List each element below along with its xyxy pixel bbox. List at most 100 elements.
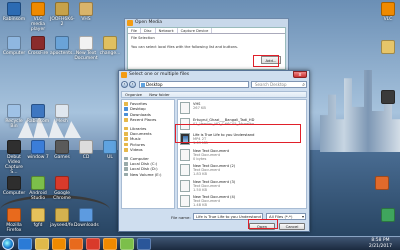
app-icon [31,2,45,16]
file-size: 1.48 KB [193,203,207,208]
drive-icon [124,162,128,166]
desktop-icon-15[interactable]: CD [74,140,98,160]
desktop-icon-right-0[interactable]: VLC [376,2,400,22]
cancel-button[interactable]: Cancel [279,223,305,230]
word-icon[interactable] [137,238,151,250]
app-icon [55,140,69,154]
desktop-icon-0[interactable]: Rabinsom [2,2,26,22]
search-placeholder: Search Desktop [255,82,287,87]
desktop-icon-right-3[interactable] [370,176,394,191]
desktop-icon-14[interactable]: Games [50,140,74,160]
pictures-icon [124,142,128,147]
organize-button[interactable]: Organize [125,92,142,97]
desktop-icon-20[interactable]: Mozilla Firefox [2,208,26,233]
app-icon [31,140,45,154]
tab-capture-device[interactable]: Capture Device [178,28,213,33]
close-button[interactable]: x [293,71,307,78]
file-picker-title: Select one or multiple files [129,72,190,77]
back-arrow-icon[interactable]: ‹ [121,81,128,88]
file-item[interactable]: VHS 267 KB [180,101,300,116]
desktop-icon-10[interactable]: Rabinsom [26,104,50,124]
desktop-icon-7[interactable]: New Text Document [74,36,98,61]
file-item[interactable]: New Text Document Text Document 0 bytes [180,148,300,163]
search-input[interactable]: Search Desktop ⌕ [251,81,307,88]
file-item-text: New Text Document (2) Text Document 1.83 K… [193,164,235,177]
vlc-icon[interactable] [103,238,117,250]
drive-icon [124,172,128,177]
tab-disc[interactable]: Disc [141,28,156,33]
app-icon [79,2,93,16]
tab-network[interactable]: Network [156,28,178,33]
desktop-icon-19[interactable]: Google Chrome [50,176,74,201]
desktop-icon-right-4[interactable] [376,208,400,223]
file-item-text: VHS 267 KB [193,102,206,110]
desktop-icon-17[interactable]: Computer [2,176,26,196]
nav-item-new-volume-e[interactable]: New Volume (E:) [124,172,172,177]
app-icon [31,208,45,222]
clock-date: 2/21/2017 [368,243,392,249]
nav-item-recent-places[interactable]: Recent Places [124,117,172,122]
file-subtitle: 267 KB [193,106,206,111]
app-icon [381,90,395,104]
desktop-icon-6[interactable]: apoctents... [50,36,77,56]
desktop-icon-3[interactable]: VHS [74,2,98,22]
desktop-icon-4[interactable]: Computer [2,36,26,56]
start-button[interactable] [2,238,14,250]
app-icon [7,208,21,222]
app-icon [375,176,389,190]
desktop-icon-11[interactable]: Mesh [50,104,74,124]
music-icon [124,137,128,141]
desktop-icon-right-1[interactable] [376,40,400,55]
file-item[interactable]: New Text Document (3) Text Document 1.50 K… [180,179,300,194]
desktop-icon-8[interactable]: change... [98,36,122,56]
desktop-icon-1[interactable]: VLC media player [26,2,50,32]
nav-item-videos[interactable]: Videos [124,147,172,152]
address-bar[interactable]: Desktop [139,81,249,88]
file-item[interactable]: New Text Document (4) Text Document 1.48 K… [180,194,300,208]
desktop-icon-12[interactable]: Debut Video Capture S... [2,140,26,175]
file-item-text: New Text Document (3) Text Document 1.50 K… [193,180,235,193]
toolbar: Organize New folder [121,91,307,98]
desktop-icon-18[interactable]: Android Studio [26,176,50,201]
document-icon [180,148,190,161]
chrome-icon[interactable] [86,238,100,250]
file-item[interactable]: New Text Document (2) Text Document 1.83 K… [180,163,300,178]
internet-explorer-icon[interactable] [18,238,32,250]
file-item-text: New Text Document Text Document 0 bytes [193,149,229,162]
tab-file[interactable]: File [128,28,142,33]
documents-icon [124,132,128,136]
desktop-icon-label: fgfd [33,223,43,228]
desktop-icon-label: VHS [81,17,91,22]
desktop-icon [124,107,128,111]
media-player-icon[interactable] [52,238,66,250]
desktop-icon-right-2[interactable] [376,90,400,105]
android-studio-icon[interactable] [120,238,134,250]
highlight-add-button [253,55,279,67]
file-list: VHS 267 KB Ertugrul_Ghazi___Bangali_Tadi_H… [177,99,307,209]
desktop-icon-label: jayseed/fe... [50,223,78,228]
forward-arrow-icon[interactable]: › [129,81,136,88]
desktop-icon-23[interactable]: Downloads [74,208,99,228]
explorer-icon[interactable] [35,238,49,250]
new-folder-button[interactable]: New folder [149,92,170,97]
app-icon [55,208,69,222]
desktop-icon-21[interactable]: fgfd [26,208,50,228]
navigation-pane: Favorites Desktop Downloads Recent Place… [121,99,175,209]
firefox-icon[interactable] [69,238,83,250]
desktop-icon-label: Debut Video Capture S... [5,155,23,175]
file-item-text: New Text Document (4) Text Document 1.48 K… [193,195,235,208]
desktop-icon-label: Computer [2,51,26,56]
desktop-icon-2[interactable]: JOOFH6K6-2 [50,2,75,27]
desktop-icon-label: apoctents... [50,51,77,56]
app-icon [31,176,45,190]
desktop-icon-label: VLC media player [30,17,46,32]
desktop-icon-5[interactable]: CrossFire [26,36,50,56]
desktop-icon-22[interactable]: jayseed/fe... [50,208,78,228]
desktop-icon-13[interactable]: window 7 [26,140,50,160]
taskbar: 8:58 PM 2/21/2017 [0,236,400,250]
desktop-icon-9[interactable]: Recycle Bin [2,104,26,129]
desktop-icon-label: change... [99,51,121,56]
system-clock[interactable]: 8:58 PM 2/21/2017 [369,238,392,249]
app-icon [381,40,395,54]
document-icon [180,164,190,176]
